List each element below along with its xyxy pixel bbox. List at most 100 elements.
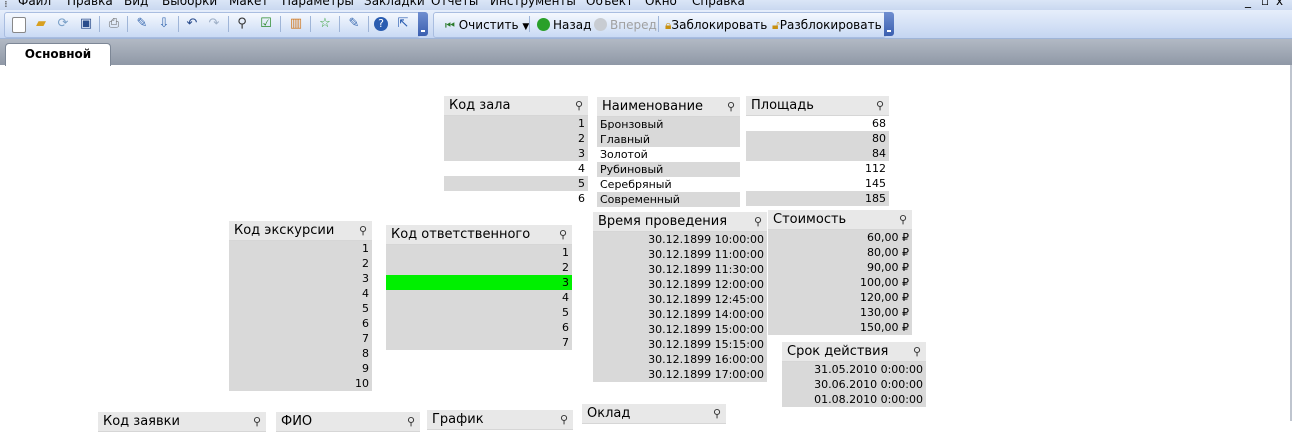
menu-settings[interactable]: Параметры [282, 0, 354, 8]
listbox-value[interactable]: 30.12.1899 10:00:00 [593, 232, 767, 247]
listbox-value[interactable]: 30.12.1899 15:00:00 [593, 322, 767, 337]
listbox-fio[interactable]: ФИО ⚲ [276, 412, 420, 432]
listbox-value[interactable]: Главный [597, 132, 740, 147]
toolbar-overflow-button[interactable] [884, 12, 894, 36]
listbox-value[interactable]: 4 [444, 161, 588, 176]
listbox-value[interactable]: 5 [229, 301, 372, 316]
listbox-value[interactable]: 01.08.2010 0:00:00 [782, 392, 926, 407]
listbox-value[interactable]: Современный [597, 192, 740, 207]
search-icon[interactable]: ⚲ [253, 412, 261, 431]
listbox-value[interactable]: 2 [386, 260, 572, 275]
search-icon[interactable]: ⚲ [754, 212, 762, 231]
menu-reports[interactable]: Отчеты [431, 0, 478, 8]
listbox-value[interactable]: 112 [746, 161, 889, 176]
listbox-value[interactable]: 1 [444, 116, 588, 131]
listbox-kod-zala[interactable]: Код зала ⚲ 123456 [444, 96, 588, 206]
listbox-value[interactable]: 185 [746, 191, 889, 206]
restore-button[interactable]: ▫ [1261, 0, 1269, 8]
listbox-value[interactable]: 1 [386, 245, 572, 260]
forward-button[interactable]: Вперед [594, 18, 657, 32]
search-icon[interactable]: ⚲ [913, 342, 921, 361]
listbox-value[interactable]: 80,00 ₽ [768, 245, 912, 260]
chart-icon[interactable]: ▥ [288, 16, 304, 32]
listbox-value[interactable]: 30.12.1899 11:00:00 [593, 247, 767, 262]
listbox-value[interactable]: 6 [444, 191, 588, 206]
search-icon[interactable]: ⚲ [713, 404, 721, 423]
listbox-vremya-provedeniya[interactable]: Время проведения ⚲ 30.12.1899 10:00:00 30.… [593, 212, 767, 382]
select-icon[interactable]: ☑ [258, 16, 274, 32]
menu-layout[interactable]: Макет [229, 0, 268, 8]
open-folder-icon[interactable]: ▰ [33, 16, 49, 32]
search-icon[interactable]: ⚲ [359, 221, 367, 240]
listbox-value[interactable]: Серебряный [597, 177, 740, 192]
edit-script-icon[interactable]: ✎ [134, 16, 150, 32]
listbox-value[interactable]: 60,00 ₽ [768, 230, 912, 245]
listbox-value[interactable]: 7 [386, 335, 572, 350]
toolbar-overflow-button[interactable] [418, 12, 428, 36]
search-icon[interactable]: ⚲ [876, 96, 884, 115]
listbox-value[interactable]: 80 [746, 131, 889, 146]
menu-file[interactable]: Файл [18, 0, 51, 8]
listbox-value[interactable]: 100,00 ₽ [768, 275, 912, 290]
lock-button[interactable]: 🔒︎Заблокировать [665, 18, 767, 33]
save-icon[interactable]: ▣ [78, 16, 94, 32]
search-icon[interactable]: ⚲ [727, 97, 735, 116]
search-icon[interactable]: ⚲ [560, 410, 568, 429]
clear-button[interactable]: ⏮ Очистить ▼ [445, 18, 529, 33]
menu-window[interactable]: Окно [645, 0, 677, 8]
reload-data-icon[interactable]: ⇩ [156, 16, 172, 32]
listbox-value[interactable]: 68 [746, 116, 889, 131]
listbox-value[interactable]: 30.06.2010 0:00:00 [782, 377, 926, 392]
listbox-value[interactable]: 1 [229, 241, 372, 256]
menu-object[interactable]: Объект [586, 0, 633, 8]
listbox-value[interactable]: 4 [229, 286, 372, 301]
properties-icon[interactable]: ✎ [346, 16, 362, 32]
listbox-value[interactable]: 84 [746, 146, 889, 161]
listbox-value[interactable]: 130,00 ₽ [768, 305, 912, 320]
listbox-kod-ekskursii[interactable]: Код экскурсии ⚲ 1 2 3 4 5 6 7 8 9 10 [229, 221, 372, 391]
redo-icon[interactable]: ↷ [206, 16, 222, 32]
search-icon[interactable]: ⚲ [234, 16, 250, 32]
listbox-srok-deystviya[interactable]: Срок действия ⚲ 31.05.2010 0:00:00 30.06.2… [782, 342, 926, 407]
menu-tools[interactable]: Инструменты [490, 0, 576, 8]
menu-selections[interactable]: Выборки [162, 0, 217, 8]
listbox-value[interactable]: 120,00 ₽ [768, 290, 912, 305]
undo-icon[interactable]: ↶ [184, 16, 200, 32]
help-icon[interactable]: ? [374, 17, 388, 31]
listbox-value[interactable]: 3 [386, 275, 572, 290]
listbox-value[interactable]: 145 [746, 176, 889, 191]
listbox-value[interactable]: 3 [229, 271, 372, 286]
menu-view[interactable]: Вид [124, 0, 148, 8]
listbox-value[interactable]: 9 [229, 361, 372, 376]
listbox-value[interactable]: 30.12.1899 12:45:00 [593, 292, 767, 307]
print-icon[interactable]: ⎙ [106, 16, 122, 32]
listbox-kod-zayavki[interactable]: Код заявки ⚲ [98, 412, 266, 432]
listbox-value[interactable]: Золотой [597, 147, 740, 162]
listbox-value[interactable]: 150,00 ₽ [768, 320, 912, 335]
listbox-value[interactable]: 10 [229, 376, 372, 391]
back-button[interactable]: Назад [537, 18, 591, 32]
listbox-value[interactable]: 7 [229, 331, 372, 346]
listbox-value[interactable]: 90,00 ₽ [768, 260, 912, 275]
new-document-icon[interactable] [12, 17, 26, 33]
listbox-value[interactable]: 4 [386, 290, 572, 305]
listbox-value[interactable]: 30.12.1899 17:00:00 [593, 367, 767, 382]
listbox-value[interactable]: 5 [386, 305, 572, 320]
listbox-value[interactable]: 30.12.1899 14:00:00 [593, 307, 767, 322]
listbox-value[interactable]: 31.05.2010 0:00:00 [782, 362, 926, 377]
listbox-value[interactable]: 30.12.1899 12:00:00 [593, 277, 767, 292]
listbox-value[interactable]: 6 [386, 320, 572, 335]
listbox-ploshad[interactable]: Площадь ⚲ 68 80 84 112 145 185 [746, 96, 889, 206]
listbox-value[interactable]: 8 [229, 346, 372, 361]
listbox-value[interactable]: 30.12.1899 15:15:00 [593, 337, 767, 352]
search-icon[interactable]: ⚲ [407, 412, 415, 431]
listbox-value[interactable]: 3 [444, 146, 588, 161]
listbox-value[interactable]: 6 [229, 316, 372, 331]
minimize-button[interactable]: _ [1245, 0, 1251, 8]
favorite-icon[interactable]: ☆ [317, 16, 333, 32]
listbox-value[interactable]: Бронзовый [597, 117, 740, 132]
listbox-oklad[interactable]: Оклад ⚲ [582, 404, 726, 424]
listbox-value[interactable]: 2 [229, 256, 372, 271]
context-help-icon[interactable]: ⇱ [395, 16, 411, 32]
listbox-stoimost[interactable]: Стоимость ⚲ 60,00 ₽80,00 ₽90,00 ₽100,00 ₽… [768, 210, 912, 335]
